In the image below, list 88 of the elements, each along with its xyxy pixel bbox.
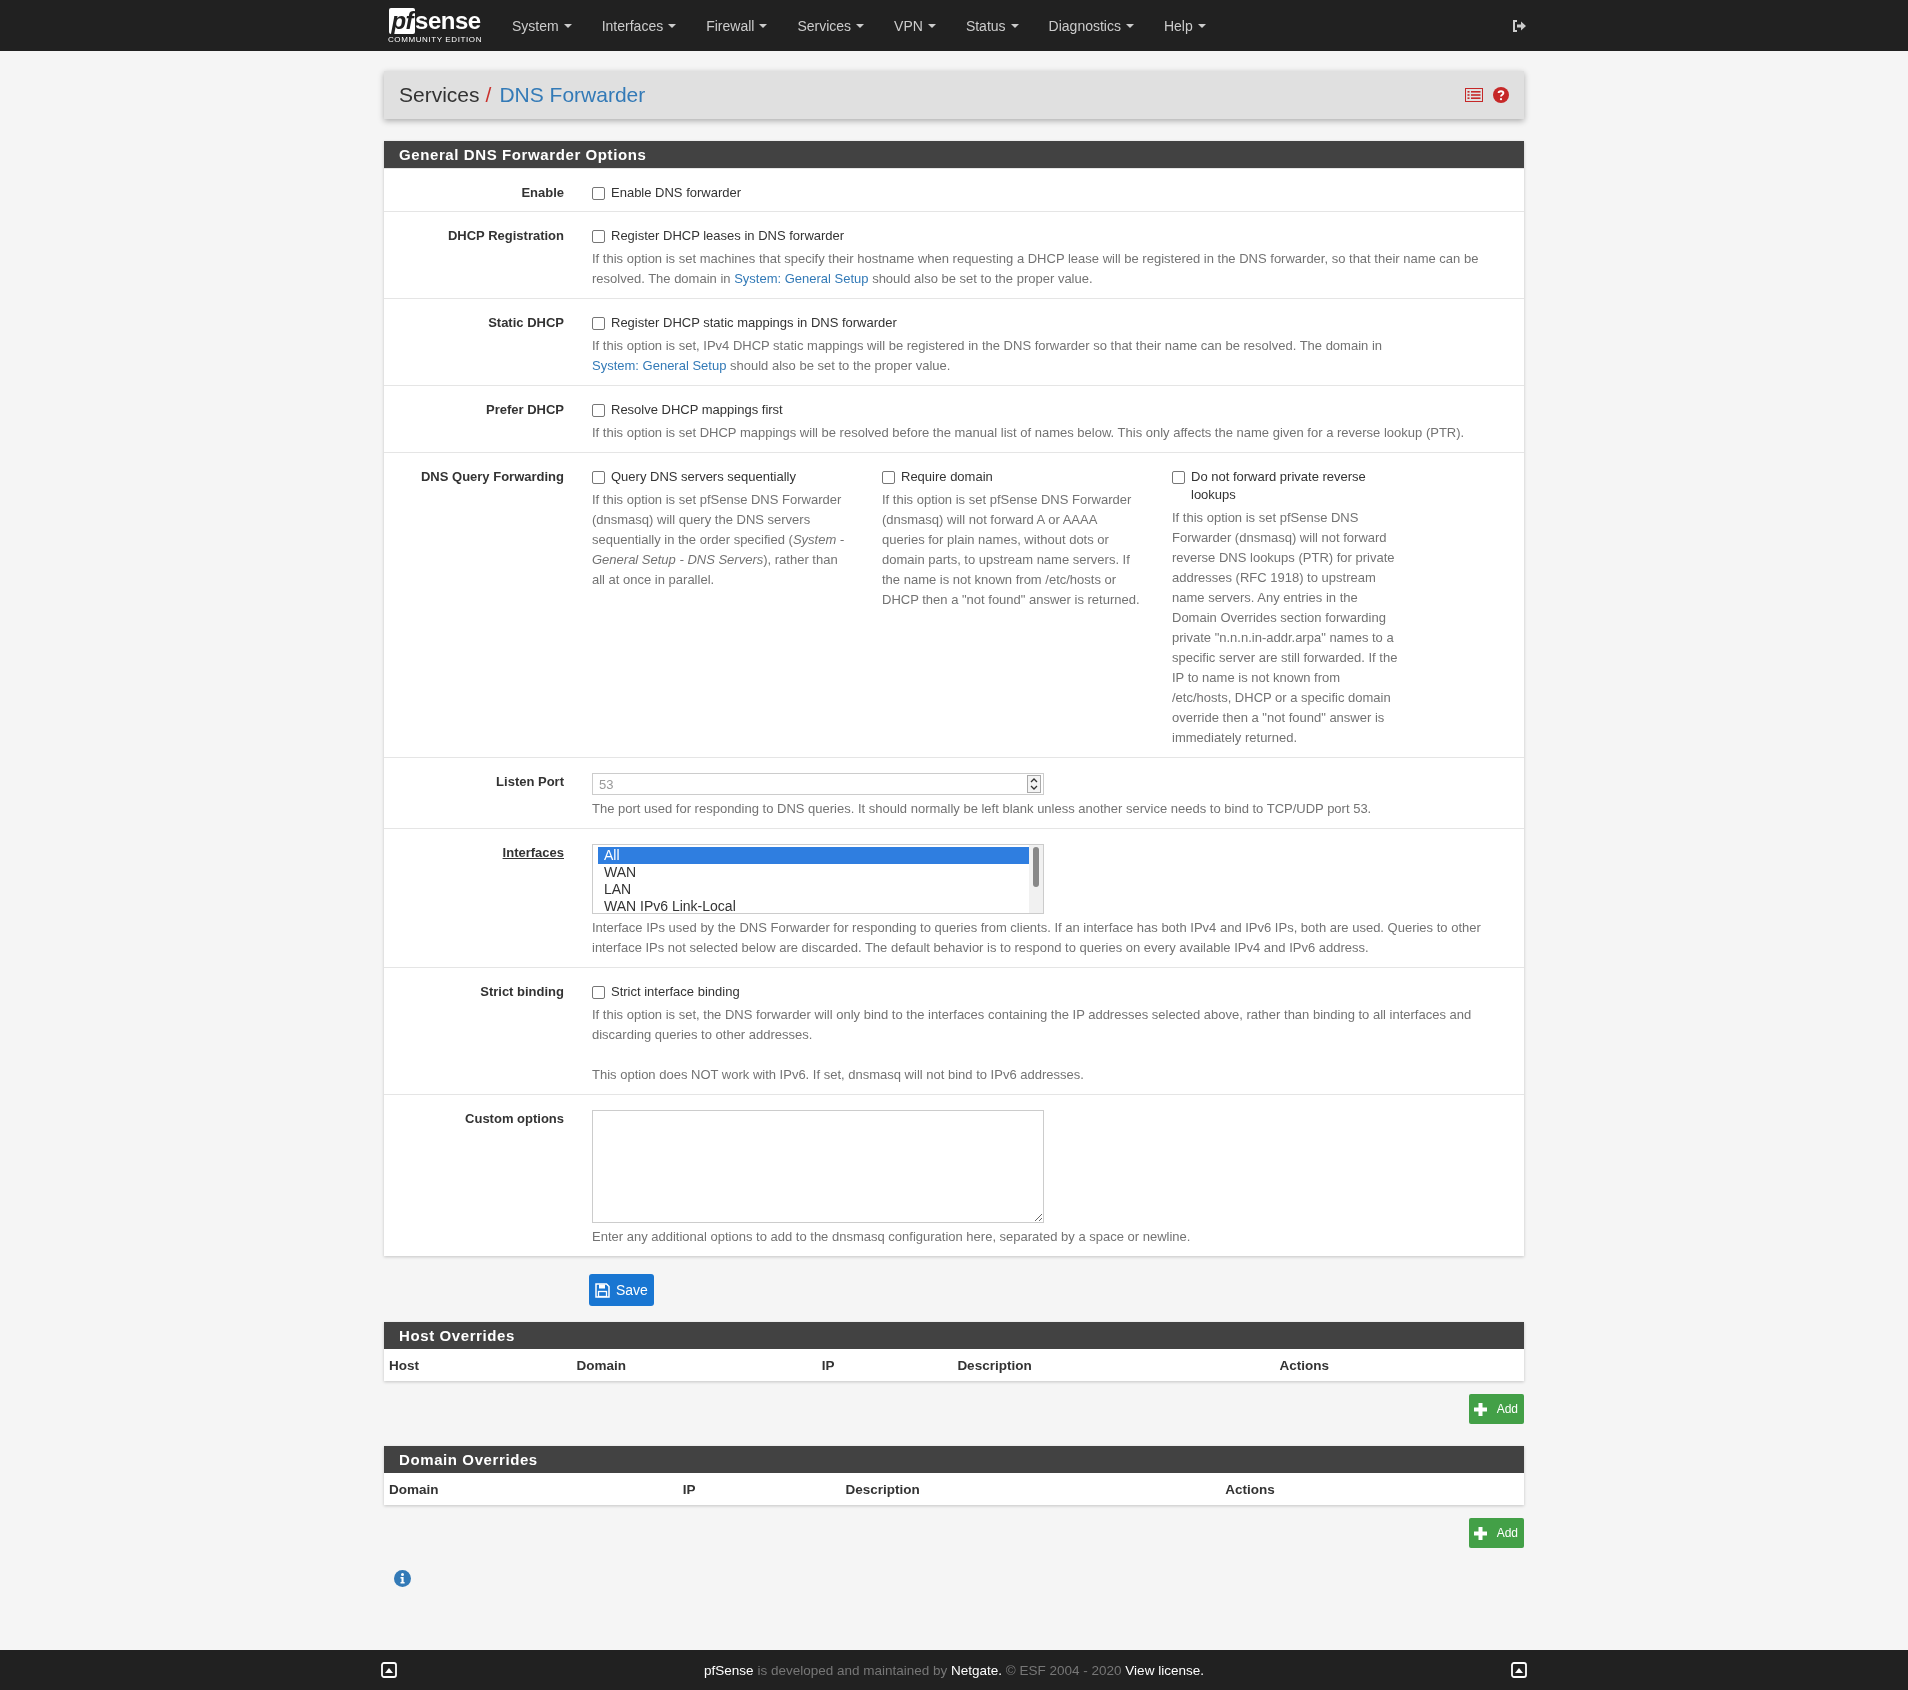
caret-icon bbox=[856, 23, 865, 28]
logout-icon[interactable] bbox=[1511, 17, 1527, 34]
list-option[interactable]: WAN IPv6 Link-Local bbox=[598, 898, 1029, 915]
custom-options-field[interactable] bbox=[592, 1110, 1044, 1223]
checkbox[interactable] bbox=[592, 404, 605, 417]
column-header: IP bbox=[682, 1481, 697, 1497]
footer-text: pfSense is developed and maintained by Netgate. © ESF 2004 - 2020 View license. bbox=[703, 1662, 1205, 1678]
caret-icon bbox=[1197, 23, 1206, 28]
list-option[interactable]: All bbox=[598, 847, 1029, 864]
column-header: Host bbox=[389, 1357, 420, 1373]
checkbox[interactable] bbox=[592, 986, 605, 999]
checkbox-label: Resolve DHCP mappings first bbox=[611, 401, 783, 419]
field-label: DHCP Registration bbox=[446, 227, 564, 245]
caret-icon bbox=[1125, 23, 1134, 28]
help-icon[interactable] bbox=[1493, 87, 1509, 103]
checkbox-label: Register DHCP static mappings in DNS forwarder bbox=[611, 314, 897, 332]
caret-icon bbox=[759, 23, 768, 28]
list-option[interactable]: LAN bbox=[598, 881, 1029, 898]
column-header: Domain bbox=[576, 1357, 628, 1373]
field-label: Listen Port bbox=[495, 773, 564, 791]
checkbox[interactable] bbox=[592, 230, 605, 243]
nav-menu[interactable]: Firewall bbox=[691, 17, 783, 34]
column-header: Description bbox=[845, 1481, 921, 1497]
collapse-icon[interactable] bbox=[1511, 1662, 1527, 1678]
scrollbar-thumb[interactable] bbox=[1033, 847, 1039, 887]
checkbox[interactable] bbox=[882, 471, 895, 484]
checkbox-label: Register DHCP leases in DNS forwarder bbox=[611, 227, 845, 245]
caret-icon bbox=[563, 23, 572, 28]
breadcrumb-separator: / bbox=[485, 83, 492, 107]
interfaces-list[interactable]: All WAN LAN WAN IPv6 Link-Local bbox=[592, 844, 1044, 914]
help-text: If this option is set DHCP mappings will be resolved before the manual list of names below. This only affects the name given for a reverse lookup (PTR). bbox=[592, 424, 1466, 442]
caret-icon bbox=[1010, 23, 1019, 28]
field-label: Interfaces bbox=[501, 844, 564, 862]
field-label: Enable bbox=[520, 184, 564, 202]
column-header: IP bbox=[821, 1357, 836, 1373]
section-title: Domain Overrides bbox=[384, 1446, 1524, 1473]
nav-menu[interactable]: Help bbox=[1148, 17, 1221, 34]
field-label: Static DHCP bbox=[487, 314, 564, 332]
field-label: Prefer DHCP bbox=[484, 401, 564, 419]
general-setup-link[interactable]: System: General Setup bbox=[592, 358, 727, 373]
nav-menu[interactable]: VPN bbox=[879, 17, 951, 34]
caret-icon bbox=[927, 23, 936, 28]
column-header: Domain bbox=[389, 1481, 440, 1497]
section-title: General DNS Forwarder Options bbox=[384, 141, 1524, 168]
checkbox-label: Do not forward private reverse lookups bbox=[1191, 468, 1367, 504]
collapse-icon[interactable] bbox=[381, 1662, 397, 1678]
help-text: The port used for responding to DNS queries. It should normally be left blank unless another service needs to bind to TCP/UDP port 53. bbox=[592, 800, 1373, 818]
section-title: Host Overrides bbox=[384, 1322, 1524, 1349]
help-text: This option does NOT work with IPv6. If set, dnsmasq will not bind to IPv6 addresses. bbox=[592, 1066, 1085, 1084]
nav-menu[interactable]: Diagnostics bbox=[1033, 17, 1149, 34]
help-text: If this option is set machines that specify their hostname when requesting a DHCP lease will be registered in the DNS forwarder, so that their name can be resolved. The domain in System: General Setup should also be set to the proper value. bbox=[592, 250, 1480, 288]
help-text: Enter any additional options to add to the dnsmasq configuration here, separated by a space or newline. bbox=[592, 1228, 1192, 1246]
help-text: If this option is set pfSense DNS Forwarder (dnsmasq) will not forward A or AAAA queries for plain names, without dots or domain parts, to upstream name servers. If the name is not known from /etc/hosts or DHCP then a "not found" answer is returned. bbox=[882, 491, 1141, 609]
checkbox-label: Strict interface binding bbox=[611, 983, 740, 1001]
nav-menu[interactable]: Status bbox=[950, 17, 1034, 34]
field-label: DNS Query Forwarding bbox=[419, 468, 564, 486]
checkbox-label: Enable DNS forwarder bbox=[611, 184, 742, 202]
help-text: If this option is set pfSense DNS Forwarder (dnsmasq) will not forward reverse DNS lookups (PTR) for private addresses (RFC 1918) to upstream name servers. Any entries in the Domain Overrides section forwarding private "n.n.n.in-addr.arpa" names to a specific server are still forwarded. If the IP to name is not known from /etc/hosts, DHCP or a specific domain override then a "not found" answer is immediately returned. bbox=[1172, 509, 1399, 747]
general-setup-link[interactable]: System: General Setup bbox=[734, 271, 869, 286]
plus-icon bbox=[1473, 1526, 1487, 1540]
port-field[interactable]: 53 bbox=[592, 773, 1044, 795]
checkbox[interactable] bbox=[592, 471, 605, 484]
column-header: Description bbox=[957, 1357, 1033, 1373]
caret-icon bbox=[668, 23, 677, 28]
column-header: Actions bbox=[1225, 1481, 1276, 1497]
checkbox-label: Query DNS servers sequentially bbox=[611, 468, 796, 486]
checkbox-label: Require domain bbox=[901, 468, 993, 486]
checkbox[interactable] bbox=[592, 187, 605, 200]
info-icon[interactable] bbox=[394, 1570, 411, 1587]
nav-menu[interactable]: System bbox=[497, 17, 587, 34]
help-text: If this option is set, the DNS forwarder will only bind to the interfaces containing the IP addresses selected above, rather than binding to all interfaces and discarding queries to other addresses. bbox=[592, 1006, 1473, 1044]
help-text: Interface IPs used by the DNS Forwarder for responding to queries from clients. If an interface has both IPv4 and IPv6 IPs, both are used. Queries to other interface IPs not selected below are discarded. The default behavior is to respond to queries on every available IPv4 and IPv6 address. bbox=[592, 919, 1482, 957]
field-label: Strict binding bbox=[479, 983, 564, 1001]
breadcrumb-parent[interactable]: Services bbox=[399, 83, 480, 107]
checkbox[interactable] bbox=[1172, 471, 1185, 484]
column-header: Actions bbox=[1279, 1357, 1330, 1373]
nav-menu[interactable]: Interfaces bbox=[586, 17, 692, 34]
help-text: If this option is set, IPv4 DHCP static mappings will be registered in the DNS forwarder so that their name can be resolved. The domain in System: General Setup should also be set to the proper value. bbox=[592, 337, 1383, 375]
plus-icon bbox=[1473, 1402, 1487, 1416]
list-icon[interactable] bbox=[1465, 88, 1483, 102]
field-label: Custom options bbox=[464, 1110, 564, 1128]
checkbox[interactable] bbox=[592, 317, 605, 330]
save-button[interactable]: Save bbox=[589, 1274, 654, 1306]
logo[interactable]: pfsense COMMUNITY EDITION bbox=[381, 7, 489, 44]
spinner-arrows-icon[interactable] bbox=[1027, 775, 1041, 793]
nav-menu[interactable]: Services bbox=[782, 17, 880, 34]
list-option[interactable]: WAN bbox=[598, 864, 1029, 881]
help-text: If this option is set pfSense DNS Forwarder (dnsmasq) will query the DNS servers sequentially in the order specified (System - General Setup - DNS Servers), rather than all at once in parallel. bbox=[592, 491, 846, 589]
